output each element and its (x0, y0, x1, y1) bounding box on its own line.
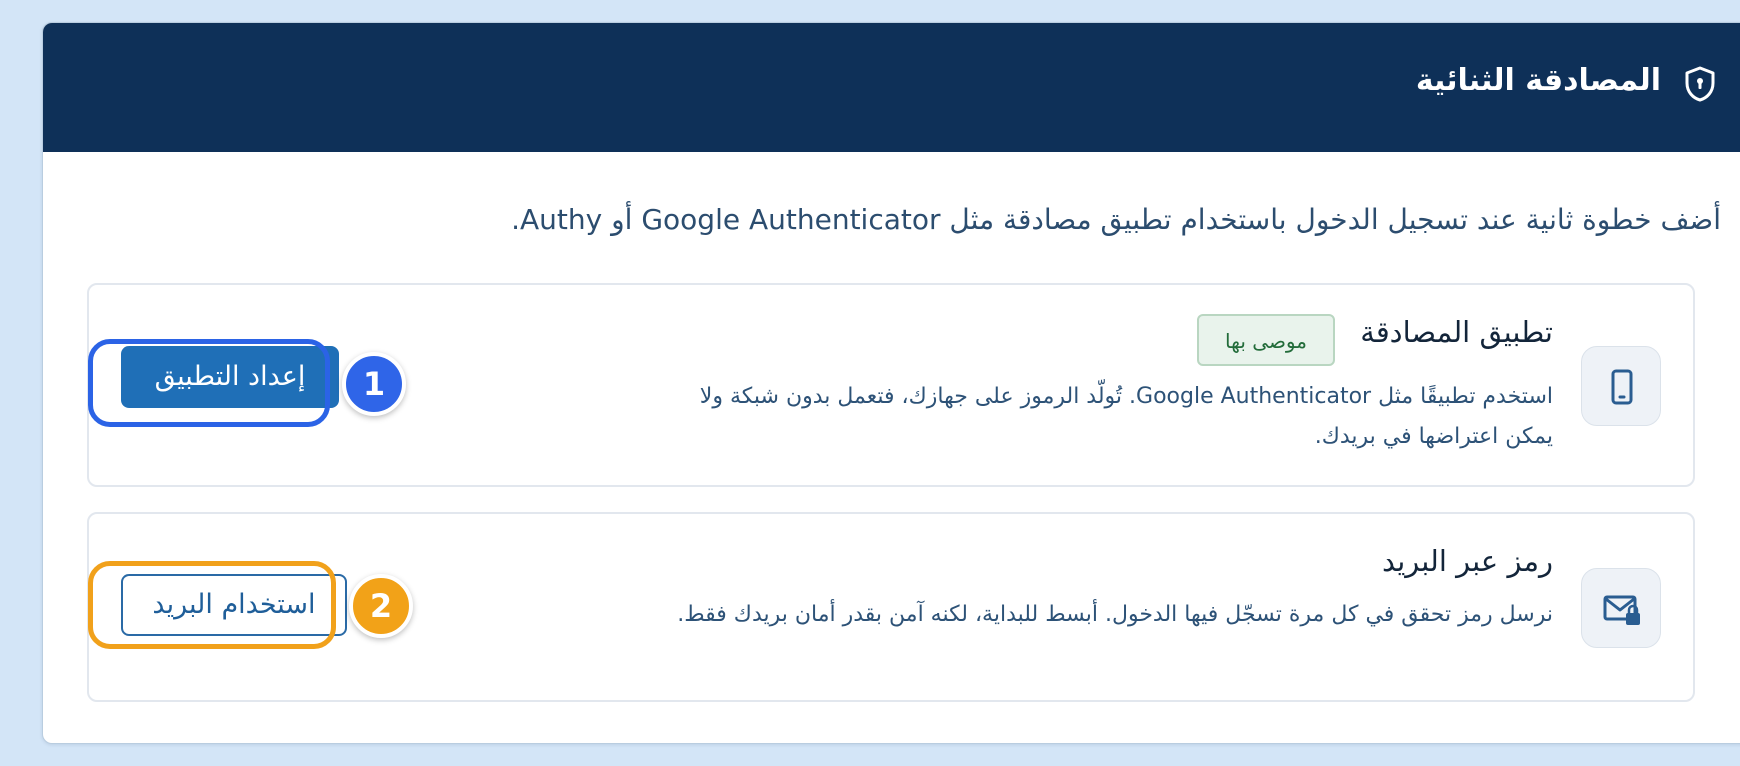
setup-app-button[interactable]: إعداد التطبيق (121, 346, 339, 408)
step-marker-2: 2 (349, 574, 413, 638)
recommended-badge: موصى بها (1197, 314, 1335, 366)
method-icon-tile (1581, 568, 1661, 648)
method-email-code: رمز عبر البريد نرسل رمز تحقق في كل مرة ت… (87, 512, 1695, 702)
shield-icon (1683, 65, 1717, 103)
two-factor-card: المصادقة الثنائية أضف خطوة ثانية عند تسج… (42, 22, 1740, 744)
method-description: استخدم تطبيقًا مثل Google Authenticator.… (699, 384, 1553, 449)
step-marker-1: 1 (342, 352, 406, 416)
envelope-lock-icon (1603, 595, 1640, 625)
method-icon-tile (1581, 346, 1661, 426)
card-header: المصادقة الثنائية (43, 23, 1740, 152)
method-title: تطبيق المصادقة (1360, 315, 1553, 349)
method-description: نرسل رمز تحقق في كل مرة تسجّل فيها الدخو… (677, 602, 1553, 627)
use-email-button[interactable]: استخدام البريد (121, 574, 347, 636)
method-authenticator-app: تطبيق المصادقة موصى بها استخدم تطبيقًا م… (87, 283, 1695, 487)
intro-text: أضف خطوة ثانية عند تسجيل الدخول باستخدام… (511, 203, 1721, 236)
method-title: رمز عبر البريد (1382, 544, 1553, 578)
mobile-phone-icon (1611, 369, 1633, 405)
page-title: المصادقة الثنائية (1415, 63, 1661, 98)
